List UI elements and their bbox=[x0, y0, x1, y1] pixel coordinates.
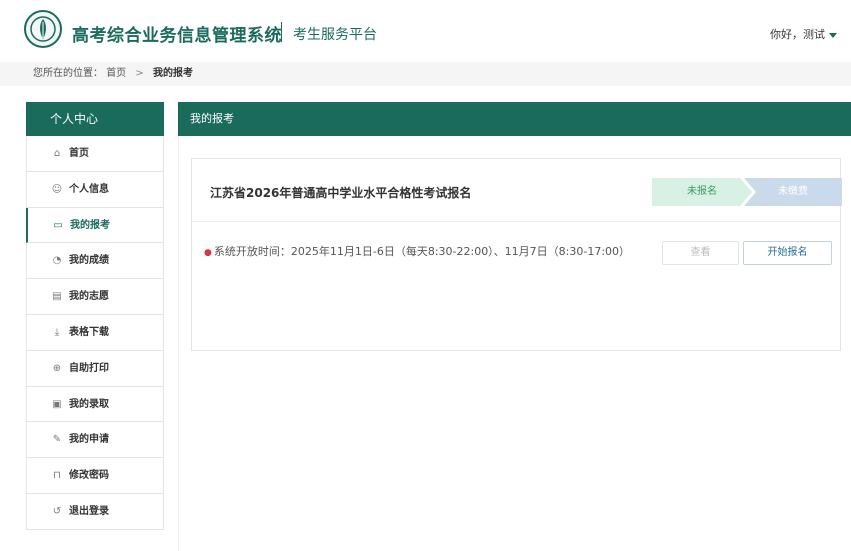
step-not-paid: 未缴费 bbox=[744, 178, 842, 206]
panel-title: 我的报考 bbox=[178, 102, 851, 136]
chart-icon: ◔ bbox=[52, 255, 62, 267]
sidebar-item-label: 首页 bbox=[69, 148, 89, 159]
logo-icon bbox=[24, 10, 62, 48]
sidebar-item-label: 个人信息 bbox=[69, 183, 109, 195]
bullet-icon: ● bbox=[204, 248, 212, 258]
sidebar-item-label: 我的志愿 bbox=[69, 291, 109, 303]
calendar-icon: ▣ bbox=[52, 398, 62, 410]
download-icon: ⤓ bbox=[54, 326, 60, 338]
sidebar-item-preferences[interactable]: ▤ 我的志愿 bbox=[26, 279, 164, 315]
sidebar-item-label: 我的录取 bbox=[69, 398, 109, 410]
breadcrumb-separator: > bbox=[135, 68, 144, 79]
open-time-notice: ● 系统开放时间：2025年11月1日-6日（每天8:30-22:00）、11月7… bbox=[204, 243, 630, 259]
lock-icon: ⊓ bbox=[53, 470, 61, 482]
sidebar-item-label: 我的报考 bbox=[70, 219, 110, 231]
system-title: 高考综合业务信息管理系统 bbox=[72, 26, 282, 46]
sidebar-header: 个人中心 bbox=[26, 102, 164, 136]
print-icon: ⊕ bbox=[52, 362, 62, 374]
breadcrumb-prefix: 您所在的位置： bbox=[33, 68, 103, 79]
user-menu[interactable]: 你好，测试 bbox=[770, 26, 837, 42]
open-time-text: 系统开放时间：2025年11月1日-6日（每天8:30-22:00）、11月7日… bbox=[213, 245, 631, 258]
sidebar-item-admission[interactable]: ▣ 我的录取 bbox=[26, 386, 164, 423]
sidebar-item-print[interactable]: ⊕ 自助打印 bbox=[26, 350, 164, 387]
sidebar-item-home[interactable]: ⌂ 首页 bbox=[26, 136, 164, 172]
user-greeting: 你好，测试 bbox=[770, 28, 825, 41]
sidebar-item-scores[interactable]: ◔ 我的成绩 bbox=[26, 243, 164, 280]
start-registration-button[interactable]: 开始报名 bbox=[743, 241, 832, 265]
caret-down-icon bbox=[829, 32, 837, 38]
top-header: 高考综合业务信息管理系统 考生服务平台 你好，测试 bbox=[0, 0, 851, 62]
form-icon: ▤ bbox=[52, 291, 62, 303]
sidebar: 个人中心 ⌂ 首页 ☺ 个人信息 ▭ 我的报考 ◔ 我的成绩 ▤ 我的志愿 ⤓ 表格下载 ⊕… bbox=[26, 102, 164, 530]
main-panel: 我的报考 江苏省2026年普通高中学业水平合格性考试报名 未报名 未缴费 ● 系统… bbox=[178, 102, 851, 551]
sidebar-item-change-password[interactable]: ⊓ 修改密码 bbox=[26, 458, 164, 494]
sidebar-item-my-registration[interactable]: ▭ 我的报考 bbox=[26, 207, 164, 244]
platform-title: 考生服务平台 bbox=[293, 27, 377, 43]
breadcrumb-home[interactable]: 首页 bbox=[106, 68, 126, 79]
sidebar-item-profile[interactable]: ☺ 个人信息 bbox=[26, 171, 164, 208]
user-icon: ☺ bbox=[51, 183, 63, 195]
exam-title: 江苏省2026年普通高中学业水平合格性考试报名 bbox=[210, 186, 472, 200]
breadcrumb-current: 我的报考 bbox=[152, 68, 193, 79]
id-card-icon: ▭ bbox=[53, 219, 63, 231]
sidebar-item-label: 我的成绩 bbox=[69, 255, 109, 267]
exam-card: 江苏省2026年普通高中学业水平合格性考试报名 未报名 未缴费 ● 系统开放时间：… bbox=[191, 158, 842, 351]
breadcrumb: 您所在的位置： 首页 > 我的报考 bbox=[0, 62, 851, 86]
edit-icon: ✎ bbox=[52, 434, 62, 446]
status-steps: 未报名 未缴费 bbox=[652, 178, 842, 206]
sidebar-item-logout[interactable]: ↺ 退出登录 bbox=[26, 493, 164, 530]
sidebar-item-label: 自助打印 bbox=[69, 362, 109, 374]
sidebar-item-label: 表格下载 bbox=[69, 326, 109, 338]
panel-body: 江苏省2026年普通高中学业水平合格性考试报名 未报名 未缴费 ● 系统开放时间：… bbox=[178, 136, 851, 551]
sidebar-item-label: 退出登录 bbox=[69, 505, 109, 517]
sidebar-item-label: 修改密码 bbox=[69, 470, 109, 482]
step-not-registered: 未报名 bbox=[652, 178, 752, 206]
card-divider bbox=[192, 221, 840, 222]
title-divider bbox=[281, 22, 282, 42]
logout-icon: ↺ bbox=[52, 505, 62, 517]
view-button[interactable]: 查看 bbox=[662, 241, 739, 265]
home-icon: ⌂ bbox=[53, 148, 61, 159]
sidebar-item-label: 我的申请 bbox=[69, 434, 109, 446]
sidebar-item-downloads[interactable]: ⤓ 表格下载 bbox=[26, 314, 164, 351]
sidebar-item-applications[interactable]: ✎ 我的申请 bbox=[26, 422, 164, 459]
